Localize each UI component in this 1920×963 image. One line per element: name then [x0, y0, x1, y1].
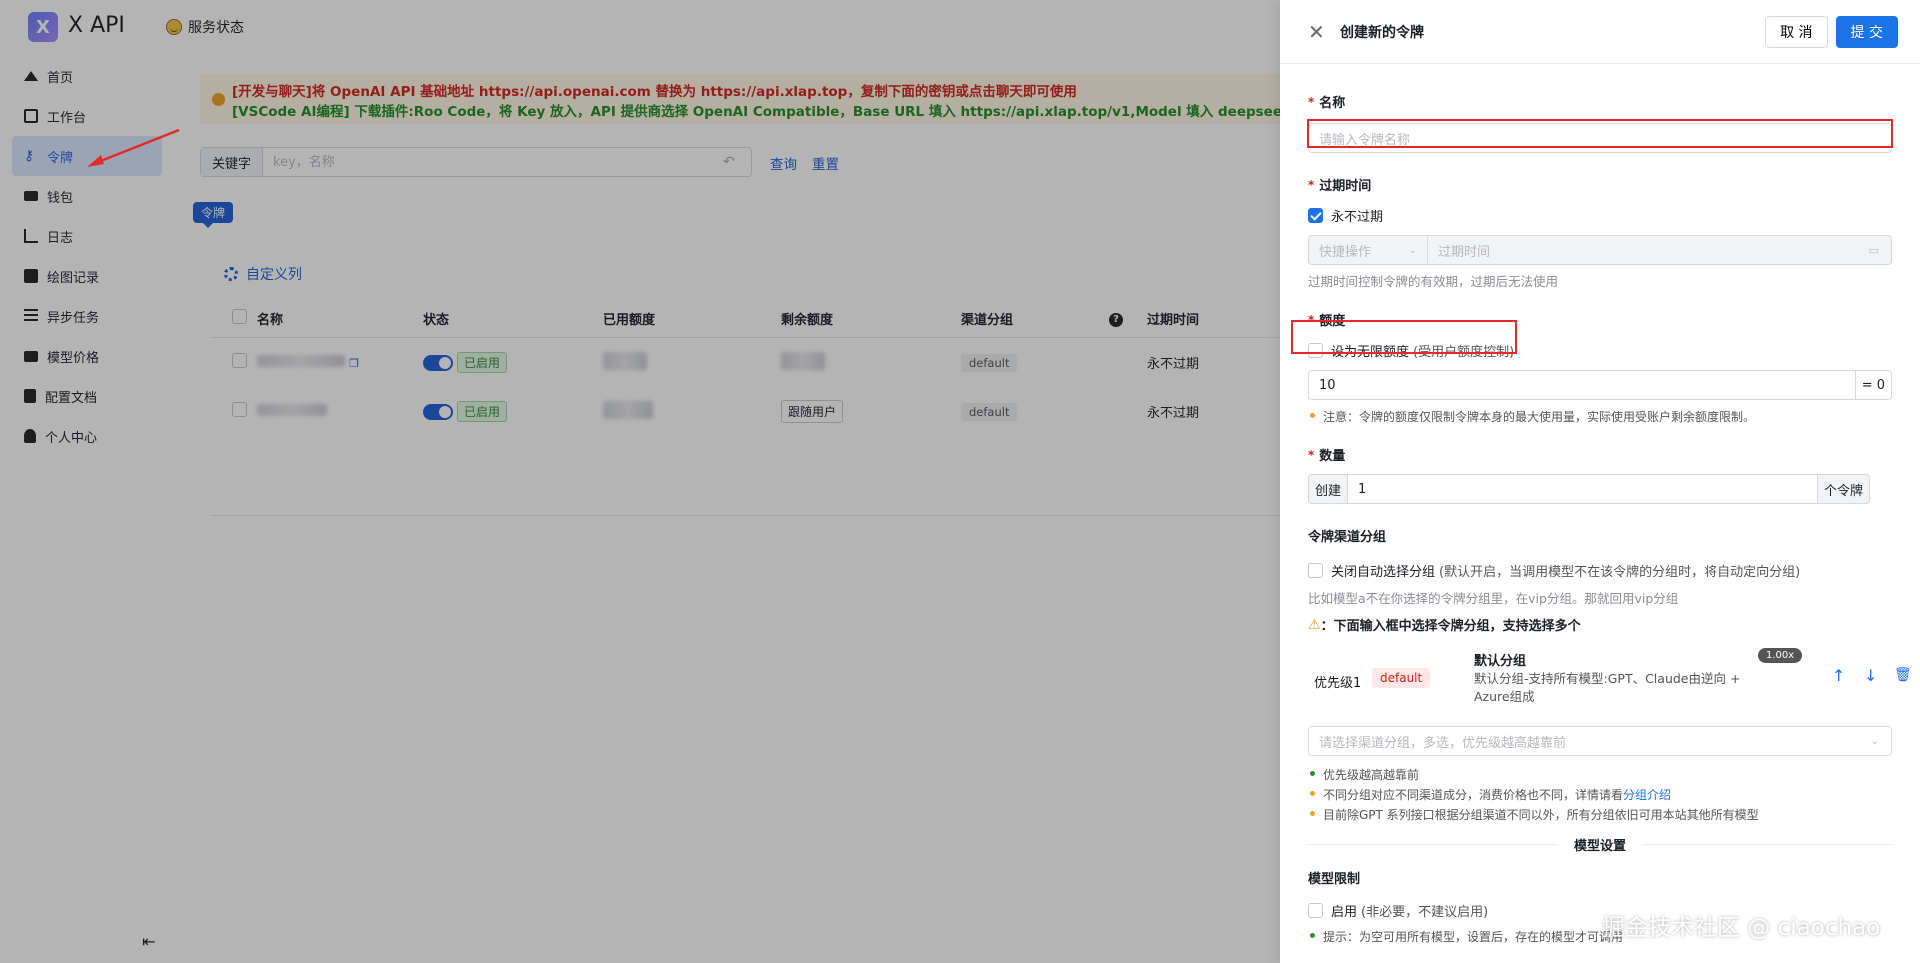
watermark: 掘金技术社区 @ ciaochao [1602, 915, 1881, 941]
highlight-unlimited-box [1291, 320, 1517, 354]
close-icon[interactable]: ✕ [1308, 20, 1332, 44]
bullet-dot [1310, 791, 1315, 796]
group-tip-text: 不同分组对应不同渠道成分，消费价格也不同，详情请看 [1323, 788, 1624, 802]
auto-group-note: (默认开启，当调用模型不在该令牌的分组时，将自动定向分组) [1439, 565, 1801, 580]
chevron-down-icon: ⌄ [1870, 735, 1879, 747]
chevron-down-icon: ⌄ [1408, 244, 1417, 256]
quota-note-text: 注意：令牌的额度仅限制令牌本身的最大使用量，实际使用受账户剩余额度限制。 [1323, 410, 1756, 424]
bullet-dot [1310, 413, 1315, 418]
multi-select-warning-text: ：下面输入框中选择令牌分组，支持选择多个 [1320, 619, 1581, 634]
group-ratio-badge: 1.00x [1758, 648, 1803, 663]
red-arrow-annotation [87, 128, 180, 167]
count-prefix: 创建 [1308, 474, 1349, 504]
quick-action-select[interactable]: 快捷操作 ⌄ [1308, 235, 1428, 265]
drawer-header: ✕ 创建新的令牌 取 消 提 交 [1280, 0, 1920, 64]
quick-action-label: 快捷操作 [1319, 244, 1372, 260]
count-label: * 数量 [1308, 445, 1892, 465]
submit-button[interactable]: 提 交 [1835, 15, 1898, 48]
model-limit-label: 模型限制 [1308, 872, 1361, 887]
never-expire-option[interactable]: 永不过期 [1308, 206, 1892, 225]
auto-group-label: 关闭自动选择分组 [1331, 565, 1436, 580]
count-suffix: 个令牌 [1818, 474, 1871, 504]
expire-hint: 过期时间控制令牌的有效期，过期后无法使用 [1308, 274, 1559, 289]
count-input-group: 创建 1 个令牌 [1308, 474, 1892, 504]
bullet-dot [1310, 771, 1315, 776]
quota-equivalent: = 0 [1855, 370, 1892, 400]
group-tip: 优先级越高越靠前 [1308, 766, 1892, 783]
group-priority: 优先级1 [1314, 676, 1362, 691]
required-mark: * [1308, 447, 1315, 462]
multi-select-warning: ⚠ ：下面输入框中选择令牌分组，支持选择多个 [1308, 615, 1892, 635]
group-example: 比如模型a不在你选择的令牌分组里，在vip分组。那就回用vip分组 [1308, 591, 1679, 606]
auto-group-checkbox[interactable] [1308, 563, 1323, 578]
required-mark: * [1308, 94, 1315, 109]
quota-note: 注意：令牌的额度仅限制令牌本身的最大使用量，实际使用受账户剩余额度限制。 [1308, 408, 1892, 425]
model-limit-enable-label: 启用 [1331, 905, 1358, 920]
group-tips: 优先级越高越靠前 不同分组对应不同渠道成分，消费价格也不同，详情请看 分组介绍 目… [1308, 766, 1892, 823]
move-up-icon[interactable]: ↑ [1832, 666, 1845, 685]
calendar-icon: ▭ [1868, 243, 1879, 257]
bullet-dot [1310, 811, 1315, 816]
never-expire-checkbox[interactable] [1308, 208, 1323, 223]
group-intro-link[interactable]: 分组介绍 [1623, 786, 1671, 803]
expire-label: * 过期时间 [1308, 175, 1892, 195]
group-tip-text: 目前除GPT 系列接口根据分组渠道不同以外，所有分组依旧可用本站其他所有模型 [1323, 808, 1759, 822]
divider-line [1642, 844, 1893, 845]
auto-group-option[interactable]: 关闭自动选择分组 (默认开启，当调用模型不在该令牌的分组时，将自动定向分组) [1308, 561, 1892, 580]
group-name: 默认分组 [1474, 654, 1527, 669]
count-input[interactable]: 1 [1348, 474, 1819, 504]
group-card: 优先级1 default 默认分组 默认分组-支持所有模型:GPT、Claude… [1308, 646, 1912, 716]
move-down-icon[interactable]: ↓ [1864, 666, 1877, 685]
modal-overlay[interactable] [0, 0, 1280, 963]
group-select[interactable]: 请选择渠道分组，多选，优先级越高越靠前 ⌄ [1308, 726, 1892, 756]
cancel-button[interactable]: 取 消 [1765, 15, 1828, 48]
model-settings-title: 模型设置 [1574, 839, 1627, 854]
count-label-text: 数量 [1319, 449, 1346, 464]
bullet-dot [1310, 933, 1315, 938]
model-limit-note: (非必要，不建议启用) [1361, 905, 1489, 920]
group-section-label: 令牌渠道分组 [1308, 530, 1387, 545]
drawer-title: 创建新的令牌 [1340, 24, 1424, 41]
highlight-name-box [1307, 119, 1893, 148]
expire-date-placeholder: 过期时间 [1438, 244, 1491, 260]
name-label: * 名称 [1308, 92, 1892, 112]
expire-date-picker[interactable]: 过期时间 ▭ [1428, 235, 1892, 265]
group-tip: 目前除GPT 系列接口根据分组渠道不同以外，所有分组依旧可用本站其他所有模型 [1308, 806, 1892, 823]
group-description: 默认分组-支持所有模型:GPT、Claude由逆向 + Azure组成 [1474, 671, 1741, 704]
group-tip: 不同分组对应不同渠道成分，消费价格也不同，详情请看 分组介绍 [1308, 786, 1892, 803]
create-token-drawer: ✕ 创建新的令牌 取 消 提 交 * 名称 请输入令牌名称 * 过期时间 永不过期 … [1280, 0, 1920, 963]
required-mark: * [1308, 177, 1315, 192]
model-limit-checkbox[interactable] [1308, 903, 1323, 918]
drawer-body: * 名称 请输入令牌名称 * 过期时间 永不过期 快捷操作 ⌄ 过期时间 ▭ 过期时间控… [1280, 92, 1920, 945]
delete-icon[interactable]: 🗑 [1894, 667, 1912, 683]
group-tag-default: default [1372, 668, 1431, 688]
model-tip-text: 提示：为空可用所有模型，设置后，存在的模型才可调用 [1323, 930, 1624, 944]
group-select-placeholder: 请选择渠道分组，多选，优先级越高越靠前 [1319, 735, 1567, 751]
model-settings-divider: 模型设置 [1308, 835, 1893, 854]
group-tip-text: 优先级越高越靠前 [1323, 768, 1420, 782]
quota-input[interactable]: 10 [1308, 370, 1856, 400]
warning-triangle-icon: ⚠ [1308, 616, 1321, 633]
quota-input-group: 10 = 0 [1308, 370, 1892, 400]
divider-line [1308, 844, 1558, 845]
name-label-text: 名称 [1319, 96, 1346, 111]
expire-label-text: 过期时间 [1319, 179, 1372, 194]
expire-picker: 快捷操作 ⌄ 过期时间 ▭ [1308, 235, 1892, 265]
never-expire-label: 永不过期 [1331, 210, 1384, 225]
